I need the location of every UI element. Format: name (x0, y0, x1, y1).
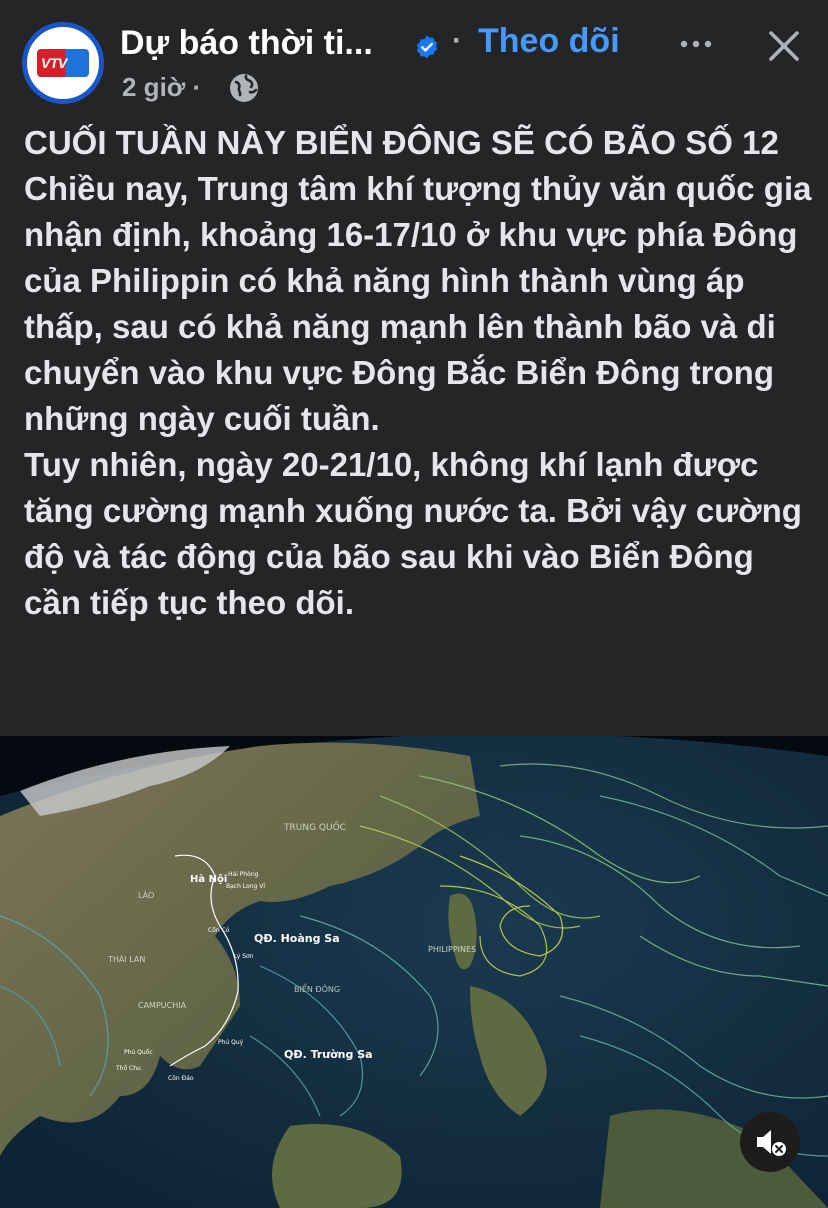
post-paragraph-2: Tuy nhiên, ngày 20-21/10, không khí lạnh… (24, 446, 802, 621)
header-separator: · (452, 24, 462, 57)
more-dots-icon[interactable] (676, 26, 716, 62)
verified-badge-icon (416, 35, 438, 59)
post-paragraph-1: Chiều nay, Trung tâm khí tượng thủy văn … (24, 170, 812, 437)
label-cambodia: CAMPUCHIA (138, 1001, 187, 1010)
post-title: CUỐI TUẦN NÀY BIỂN ĐÔNG SẼ CÓ BÃO SỐ 12 (24, 124, 779, 161)
label-phuquoc: Phú Quốc (124, 1049, 153, 1056)
label-conco: Cồn Cỏ (208, 926, 230, 934)
label-thailand: THÁI LAN (107, 953, 145, 964)
label-lyson: Lý Sơn (234, 953, 254, 960)
label-haiphong: Hải Phòng (228, 871, 259, 878)
mute-button[interactable] (740, 1112, 800, 1172)
label-thochu: Thổ Chu (115, 1065, 141, 1072)
wind-map-svg: TRUNG QUỐC Hà Nội Hải Phòng Bạch Long Vĩ… (0, 736, 828, 1208)
post-body: CUỐI TUẦN NÀY BIỂN ĐÔNG SẼ CÓ BÃO SỐ 12 … (24, 120, 814, 626)
label-bachlongvi: Bạch Long Vĩ (226, 883, 265, 890)
weather-map-image[interactable]: TRUNG QUỐC Hà Nội Hải Phòng Bạch Long Vĩ… (0, 736, 828, 1208)
close-icon[interactable] (764, 26, 804, 66)
label-hanoi: Hà Nội (190, 873, 227, 885)
label-truongsa: QĐ. Trường Sa (284, 1048, 373, 1061)
label-philippines: PHILIPPINES (428, 945, 476, 954)
post-time[interactable]: 2 giờ · (122, 72, 201, 103)
post-header: VTV Dự báo thời ti... · Theo dõi 2 giờ · (0, 0, 828, 112)
follow-button[interactable]: Theo dõi (478, 22, 620, 61)
page-avatar[interactable]: VTV (22, 22, 104, 104)
label-phuquy: Phú Quý (218, 1039, 244, 1046)
label-hoangsa: QĐ. Hoàng Sa (254, 932, 340, 945)
vtv-logo: VTV (37, 49, 89, 77)
speaker-muted-icon (757, 1130, 786, 1156)
globe-icon (230, 74, 258, 102)
label-condao: Côn Đảo (168, 1075, 194, 1082)
label-laos: LÀO (138, 889, 154, 900)
page-name[interactable]: Dự báo thời ti... (120, 24, 373, 63)
